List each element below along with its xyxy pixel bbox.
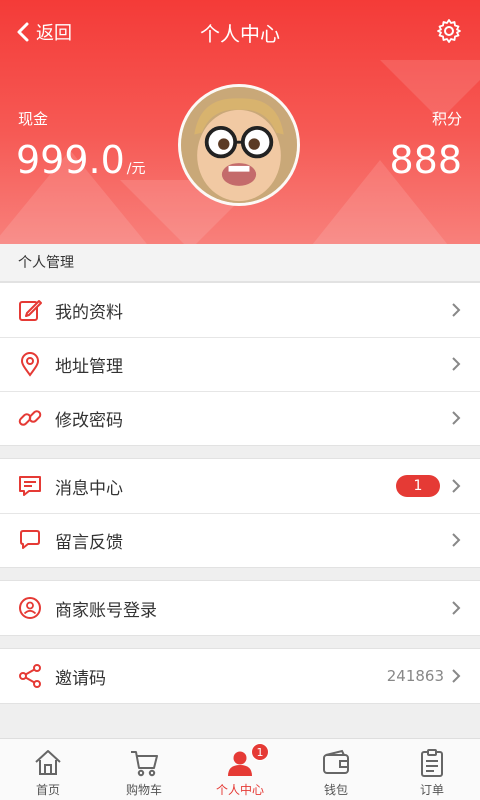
tab-profile-label: 个人中心 [215,783,264,797]
location-pin-icon [17,351,43,377]
clipboard-icon [421,749,443,777]
management-group: 我的资料 地址管理 修改密码 [0,282,480,446]
change-password-label: 修改密码 [55,410,123,431]
chevron-right-icon [452,411,461,425]
tab-profile[interactable]: 1 个人中心 [192,739,288,800]
messages-group: 消息中心 1 留言反馈 [0,458,480,568]
chevron-right-icon [452,533,461,547]
points-value: 888 [389,138,462,182]
tab-wallet[interactable]: 钱包 [288,739,384,800]
tab-home[interactable]: 首页 [0,739,96,800]
tab-wallet-label: 钱包 [323,783,348,797]
feedback-label: 留言反馈 [55,532,123,553]
tab-cart-label: 购物车 [125,783,162,797]
my-profile-row[interactable]: 我的资料 [0,283,480,337]
chevron-right-icon [452,601,461,615]
message-center-label: 消息中心 [55,478,123,499]
user-circle-icon [17,595,43,621]
link-icon [17,405,43,431]
chevron-right-icon [452,669,461,683]
cash-value: 999.0 [16,138,125,182]
invite-code-value: 241863 [386,667,444,685]
chevron-right-icon [452,479,461,493]
invite-code-row[interactable]: 邀请码 241863 [0,649,480,703]
bottom-tab-bar: 首页 购物车 1 个人中心 钱包 订单 [0,738,480,800]
change-password-row[interactable]: 修改密码 [0,391,480,445]
tab-profile-badge: 1 [251,743,269,761]
edit-icon [17,297,43,323]
tab-home-label: 首页 [35,783,60,797]
home-icon [35,750,61,775]
invite-group: 邀请码 241863 [0,648,480,704]
cash-amount: 999.0 /元 [16,138,146,182]
merchant-login-label: 商家账号登录 [55,600,157,621]
invite-code-label: 邀请码 [55,668,106,689]
merchant-login-row[interactable]: 商家账号登录 [0,581,480,635]
avatar-image [181,87,297,203]
nav-bar: 返回 个人中心 [0,0,480,64]
wallet-icon [323,749,349,774]
message-center-row[interactable]: 消息中心 1 [0,459,480,513]
unread-badge: 1 [396,475,440,497]
profile-header: 返回 个人中心 现金 999.0 /元 积分 888 [0,0,480,244]
points-label: 积分 [431,110,462,128]
cart-icon [131,751,158,777]
chat-bubble-icon [17,527,43,553]
avatar[interactable] [178,84,300,206]
address-management-label: 地址管理 [55,356,123,377]
cash-label: 现金 [18,110,49,128]
my-profile-label: 我的资料 [55,302,123,323]
chevron-right-icon [452,303,461,317]
section-title-management: 个人管理 [0,244,480,282]
cash-unit: /元 [126,161,146,177]
merchant-group: 商家账号登录 [0,580,480,636]
share-icon [17,663,43,689]
chevron-right-icon [452,357,461,371]
message-icon [17,473,43,499]
tab-cart[interactable]: 购物车 [96,739,192,800]
tab-orders-label: 订单 [419,783,444,797]
feedback-row[interactable]: 留言反馈 [0,513,480,567]
page-title: 个人中心 [200,22,280,46]
gear-icon[interactable] [436,18,462,44]
tab-orders[interactable]: 订单 [384,739,480,800]
address-management-row[interactable]: 地址管理 [0,337,480,391]
